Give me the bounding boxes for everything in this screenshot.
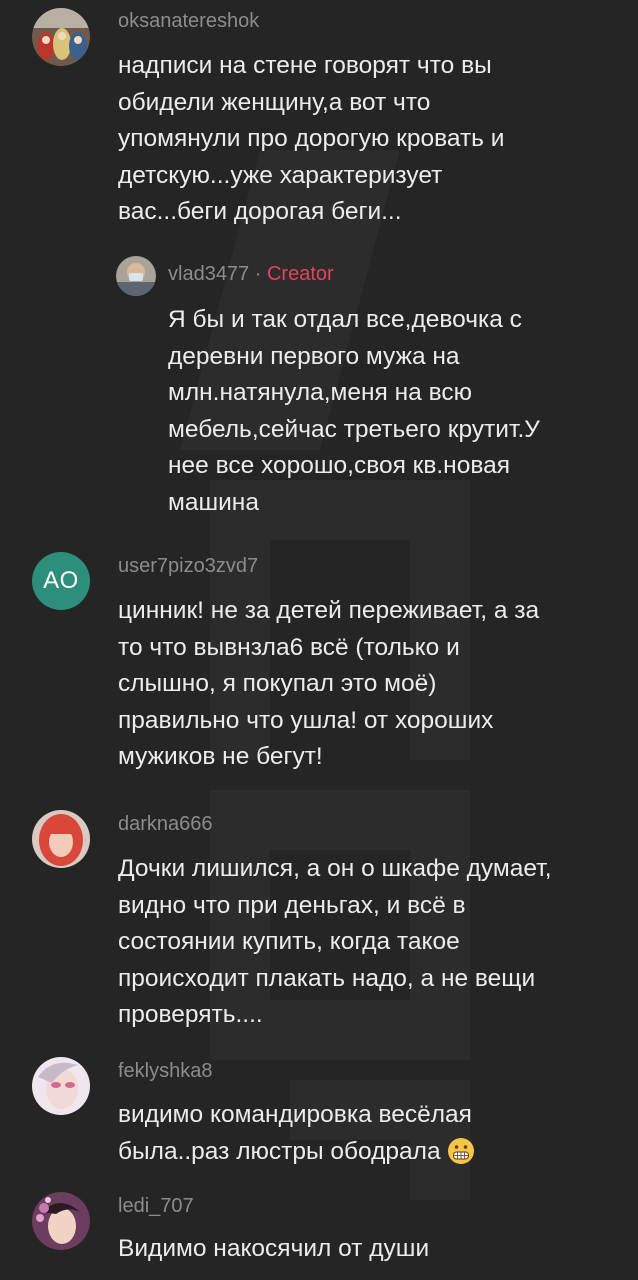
comment-text-line: была..раз люстры ободрала [118, 1134, 628, 1177]
comment-text-line: нее все хорошо,своя кв.новая [168, 452, 510, 479]
comment-text-line: Видимо накосячил от души [118, 1235, 430, 1262]
comment-text-line: правильно что ушла! от хороших [118, 706, 494, 734]
avatar[interactable] [32, 1192, 90, 1250]
comment-text: надписи на стене говорят что вы обидели … [118, 48, 618, 231]
comment-text-line: проверять.... [118, 1001, 263, 1028]
comment-text: Видимо накосячил от души [118, 1231, 628, 1268]
comment-text-line: состоянии купить, когда такое [118, 928, 460, 955]
comment-text-line: то что вывнзла6 всё (только и [118, 633, 460, 661]
grimacing-face-icon [447, 1137, 475, 1177]
pink-makeup-avatar-image [32, 1057, 90, 1115]
comment-username[interactable]: user7pizo3zvd7 [118, 555, 258, 578]
avatar[interactable] [32, 1057, 90, 1115]
avatar[interactable] [32, 8, 90, 66]
floral-avatar-image [32, 1192, 90, 1250]
comment-text-line: деревни первого мужа на [168, 342, 460, 370]
man-avatar-image [116, 256, 156, 296]
reply-username-row: vlad3477 · Creator [168, 263, 334, 286]
comment-username[interactable]: feklyshka8 [118, 1060, 213, 1083]
comment-text-line: происходит плакать надо, а не вещи [118, 964, 536, 992]
comment-username[interactable]: darkna666 [118, 813, 213, 836]
comment-text-line: слышно, я покупал это моё) [118, 670, 437, 697]
comment-text-line: цинник! не за детей переживает, а за [118, 597, 540, 624]
avatar[interactable]: AO [32, 552, 90, 610]
comment-text-line: мебель,сейчас третьего крутит.У [168, 415, 540, 443]
reply-username[interactable]: vlad3477 [168, 263, 249, 285]
comment-text: Дочки лишился, а он о шкафе думает, видн… [118, 851, 628, 1034]
comment-text-line: млн.натянула,меня на всю [168, 379, 472, 406]
comment-username[interactable]: ledi_707 [118, 1195, 194, 1218]
avatar[interactable] [32, 810, 90, 868]
comment-text-line: вас...беги дорогая беги... [118, 198, 402, 225]
comment-text-line: видимо командировка весёлая [118, 1101, 472, 1128]
reply-text: Я бы и так отдал все,девочка с деревни п… [168, 302, 618, 521]
comment-text-line: Дочки лишился, а он о шкафе думает, [118, 855, 552, 882]
comment-text: видимо командировка весёлая была..раз лю… [118, 1097, 628, 1176]
comment-text-line: обидели женщину,а вот что [118, 88, 431, 116]
comment-text-line: Я бы и так отдал все,девочка с [168, 306, 522, 333]
separator-dot: · [254, 263, 262, 285]
comment-text-line: детскую...уже характеризует [118, 161, 443, 189]
comment-text-line: мужиков не бегут! [118, 743, 323, 770]
comment-text: цинник! не за детей переживает, а за то … [118, 593, 628, 776]
avatar-initials: AO [43, 567, 79, 594]
comment-text-line: машина [168, 488, 259, 516]
comment-text-line: надписи на стене говорят что вы [118, 52, 492, 79]
matryoshka-avatar-image [32, 8, 90, 66]
avatar[interactable] [116, 256, 156, 296]
comment-text-line: упомянули про дорогую кровать и [118, 125, 505, 152]
comment-username[interactable]: oksanatereshok [118, 10, 259, 33]
comment-text-line-content: была..раз люстры ободрала [118, 1137, 441, 1165]
creator-badge: Creator [266, 263, 334, 285]
red-hair-avatar-image [32, 810, 90, 868]
comment-text-line: видно что при деньгах, и всё в [118, 891, 466, 919]
